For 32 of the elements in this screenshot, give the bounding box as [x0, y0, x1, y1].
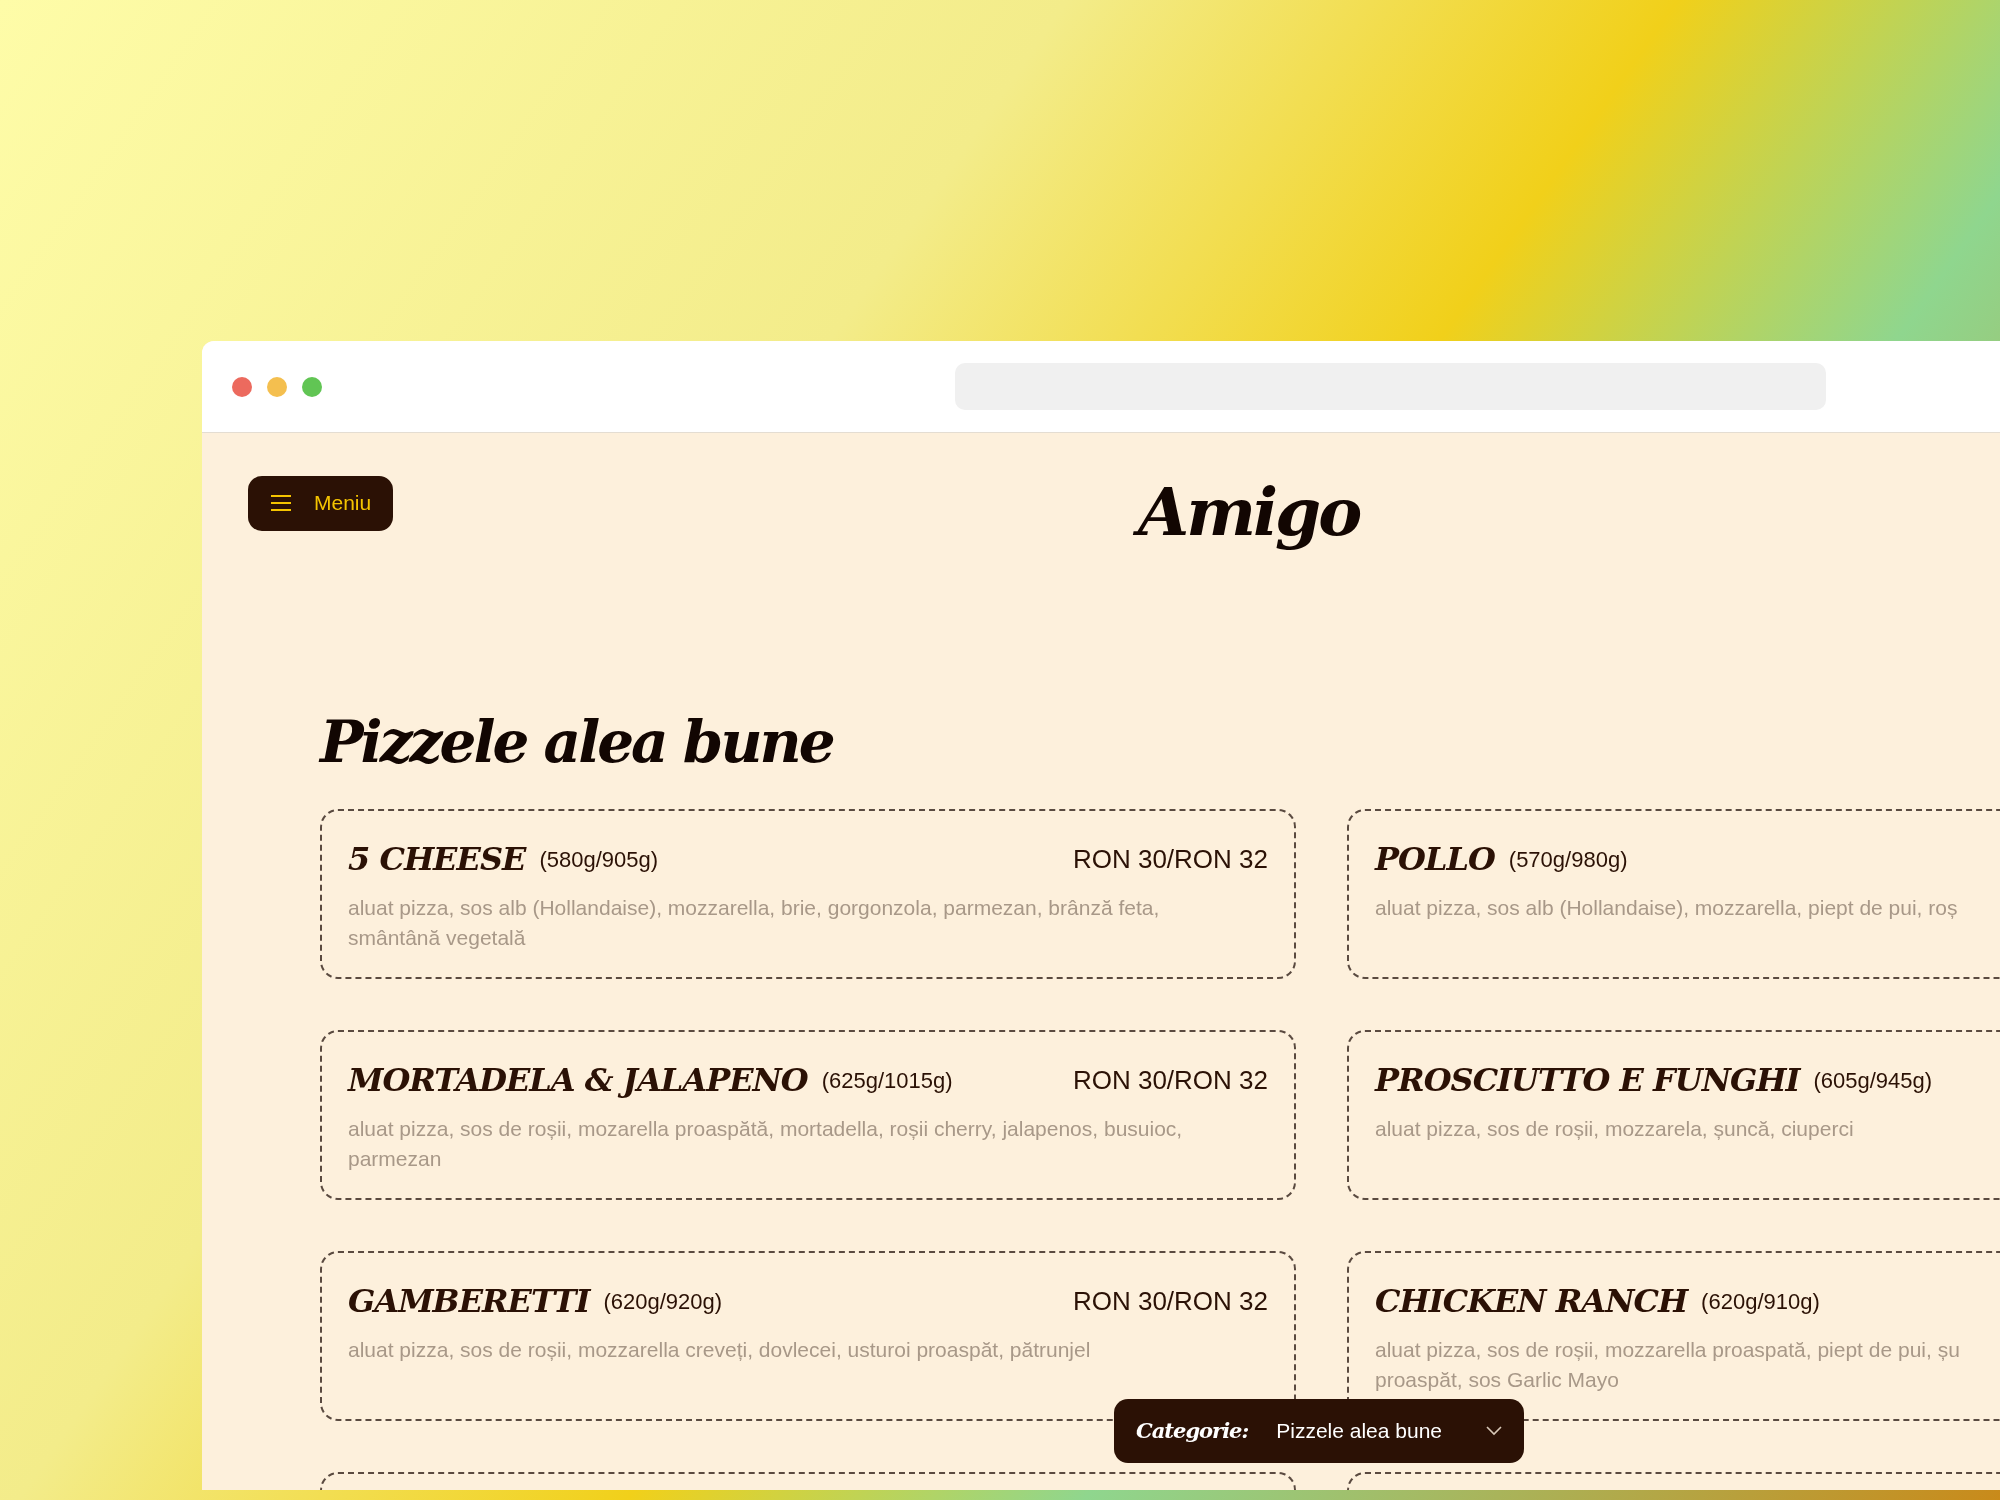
pizza-ingredients: aluat pizza, sos de roșii, mozzarella proaspată, piept de pui, șu proaspăt, sos Garlic Mayo [1375, 1337, 1960, 1393]
minimize-button[interactable] [267, 376, 287, 397]
menu-icon [270, 494, 292, 512]
pizza-name: 5 CHEESE [348, 839, 526, 880]
chevron-down-icon [1486, 1426, 1502, 1436]
pizza-ingredients: aluat pizza, sos alb (Hollandaise), mozzarella, brie, gorgonzola, parmezan, brânză feta, smântână vegetală [348, 895, 1160, 951]
close-button[interactable] [232, 376, 252, 397]
category-picker[interactable]: Categorie: Pizzele alea bune [1114, 1399, 1524, 1463]
category-label: Categorie: [1136, 1417, 1249, 1446]
pizza-name: PROSCIUTTO E FUNGHI [1375, 1060, 1800, 1101]
pizza-price: RON 30/RON 32 [1072, 842, 1268, 876]
pizza-ingredients: aluat pizza, sos de roșii, mozzarella creveți, dovlecei, usturoi proaspăt, pătrunjel [348, 1337, 1091, 1363]
pizza-weight: (625g/1015g) [821, 1066, 953, 1095]
pizza-name: MORTADELA & JALAPENO [348, 1060, 808, 1101]
pizza-name: GAMBERETTI [348, 1281, 590, 1322]
pizza-ingredients: aluat pizza, sos de roșii, mozzarela, șuncă, ciuperci [1375, 1116, 1854, 1142]
pizza-weight: (620g/910g) [1701, 1287, 1820, 1316]
pizza-price: RON 30/RON 32 [1072, 1063, 1268, 1097]
pizza-name: POLLO [1375, 839, 1495, 880]
pizza-weight: (570g/980g) [1508, 845, 1628, 874]
logo[interactable]: Amigo [1127, 470, 1370, 556]
pizza-ingredients: aluat pizza, sos de roșii, mozarella proaspătă, mortadella, roșii cherry, jalapenos, busuioc, parmezan [348, 1116, 1183, 1172]
pizza-ingredients: aluat pizza, sos alb (Hollandaise), mozzarella, piept de pui, roș [1375, 895, 1958, 921]
menu-button[interactable]: Meniu [248, 475, 394, 531]
pizza-weight: (605g/945g) [1813, 1066, 1933, 1095]
pizza-name: CHICKEN RANCH [1375, 1281, 1688, 1322]
pizza-price: RON 30/RON 32 [1072, 1284, 1268, 1318]
pizza-weight: (620g/920g) [603, 1287, 723, 1316]
zoom-button[interactable] [302, 376, 322, 397]
category-value: Pizzele alea bune [1276, 1418, 1443, 1445]
pizza-weight: (580g/905g) [539, 845, 659, 874]
section-title: Pizzele alea bune [320, 713, 834, 771]
